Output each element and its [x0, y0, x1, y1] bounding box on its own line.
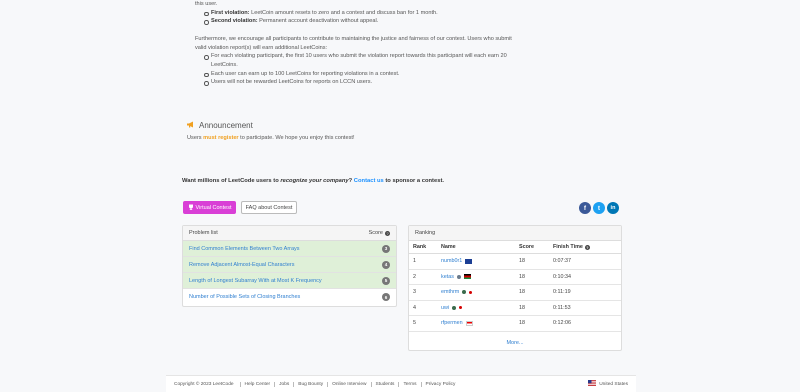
badge-icon: [452, 305, 457, 310]
reward-list: For each violating participant, the firs…: [203, 52, 513, 87]
violation-list: First violation: LeetCoin amount resets …: [203, 9, 625, 26]
problem-list-header: Problem list Score?: [183, 226, 396, 241]
ranking-header: Ranking: [409, 226, 621, 241]
trophy-icon: [188, 204, 194, 212]
us-flag-icon: [588, 380, 597, 388]
score-badge: 4: [382, 260, 390, 269]
problem-list-panel: Problem list Score? Find Common Elements…: [182, 225, 397, 307]
flag-icon: [463, 274, 471, 280]
user-link[interactable]: numb0r1: [441, 258, 462, 264]
flag-icon: [469, 290, 473, 294]
rules-paragraph: Furthermore, we encourage all participan…: [195, 35, 512, 51]
contest-rules: this user. First violation: LeetCoin amo…: [195, 0, 625, 87]
problem-title[interactable]: Find Common Elements Between Two Arrays: [189, 246, 300, 252]
problem-row[interactable]: Find Common Elements Between Two Arrays …: [183, 241, 396, 257]
footer-link[interactable]: Bug Bounty: [293, 381, 327, 387]
problem-title[interactable]: Length of Longest Subarray With at Most …: [189, 278, 322, 284]
ranking-row: 5 rfpermen 18 0:12:06: [409, 316, 621, 332]
footer-link[interactable]: Terms: [398, 381, 420, 387]
copyright-text: Copyright © 2023 LeetCode: [174, 381, 234, 387]
ranking-row: 2 ketas 18 0:10:34: [409, 270, 621, 285]
violation-item: First violation: LeetCoin amount resets …: [203, 9, 625, 18]
problem-title[interactable]: Remove Adjacent Almost-Equal Characters: [189, 262, 294, 268]
rules-top-line: this user.: [195, 1, 218, 7]
reward-item: For each violating participant, the firs…: [203, 52, 513, 69]
score-badge: 3: [382, 244, 390, 253]
ranking-column-headers: Rank Name Score Finish Time?: [409, 241, 621, 254]
contact-us-link[interactable]: Contact us: [354, 178, 384, 184]
flag-icon: [465, 320, 473, 326]
facebook-icon[interactable]: f: [579, 202, 591, 214]
announcement-title: Announcement: [187, 121, 587, 130]
footer-link[interactable]: Online Interview: [327, 381, 370, 387]
more-ranking-link[interactable]: More...: [409, 332, 621, 346]
linkedin-icon[interactable]: in: [607, 202, 619, 214]
problem-title[interactable]: Number of Possible Sets of Closing Branc…: [189, 294, 300, 300]
must-register-text: must register: [203, 135, 239, 141]
sponsor-line: Want millions of LeetCode users to recog…: [182, 178, 444, 184]
footer-link[interactable]: Help Center: [239, 381, 275, 387]
footer: Copyright © 2023 LeetCode Help Center Jo…: [166, 375, 636, 392]
flag-icon: [465, 258, 473, 264]
badge-icon: [456, 274, 461, 279]
footer-link[interactable]: Jobs: [274, 381, 293, 387]
virtual-contest-button[interactable]: Virtual Contest: [183, 201, 236, 214]
announcement-text: Users must register to participate. We h…: [187, 135, 355, 141]
ranking-panel: Ranking Rank Name Score Finish Time? 1 n…: [408, 225, 622, 351]
region-selector[interactable]: United States: [588, 380, 628, 388]
reward-item: Each user can earn up to 100 LeetCoins f…: [203, 70, 513, 79]
megaphone-icon: [187, 121, 195, 130]
problem-row[interactable]: Number of Possible Sets of Closing Branc…: [183, 289, 396, 305]
faq-contest-button[interactable]: FAQ about Contest: [241, 201, 297, 214]
user-link[interactable]: uwi: [441, 305, 449, 311]
info-icon[interactable]: ?: [385, 230, 390, 236]
announcement: Announcement Users must register to part…: [187, 121, 587, 141]
info-icon[interactable]: ?: [584, 244, 590, 250]
user-link[interactable]: emthrm: [441, 289, 459, 295]
score-badge: 5: [382, 276, 390, 285]
user-link[interactable]: ketas: [441, 274, 454, 280]
score-badge: 6: [382, 293, 390, 301]
ranking-row: 3 emthrm 18 0:11:19: [409, 285, 621, 301]
problem-row[interactable]: Length of Longest Subarray With at Most …: [183, 273, 396, 289]
ranking-row: 1 numb0r1 18 0:07:37: [409, 254, 621, 270]
problem-row[interactable]: Remove Adjacent Almost-Equal Characters …: [183, 257, 396, 273]
footer-link[interactable]: Students: [370, 381, 399, 387]
ranking-row: 4 uwi 18 0:11:53: [409, 301, 621, 316]
footer-link[interactable]: Privacy Policy: [420, 381, 460, 387]
badge-icon: [462, 290, 467, 295]
reward-item: Users will not be rewarded LeetCoins for…: [203, 78, 513, 87]
violation-item: Second violation: Permanent account deac…: [203, 17, 625, 26]
footer-links: Help Center Jobs Bug Bounty Online Inter…: [239, 381, 460, 387]
twitter-icon[interactable]: t: [593, 202, 605, 214]
user-link[interactable]: rfpermen: [441, 320, 463, 326]
flag-icon: [459, 306, 463, 310]
